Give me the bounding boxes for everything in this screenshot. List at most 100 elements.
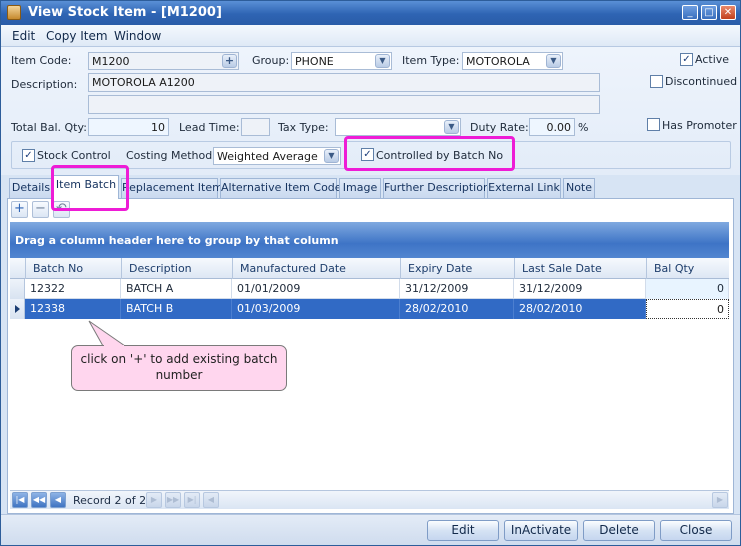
title-bar: View Stock Item - [M1200] _ □ ✕ (1, 1, 740, 25)
first-record-icon[interactable]: |◀ (12, 492, 28, 508)
item-code-field[interactable]: M1200 + (88, 52, 239, 70)
next-record-icon[interactable]: ▶ (146, 492, 162, 508)
cell-bal-qty[interactable]: 0 (646, 299, 729, 319)
prev-record-icon[interactable]: ◀ (50, 492, 66, 508)
close-button[interactable]: Close (660, 520, 732, 541)
costing-method-label: Costing Method: (126, 149, 216, 162)
current-row-arrow-icon (15, 305, 20, 313)
group-chevron-down-icon[interactable]: ▼ (375, 54, 390, 68)
duty-rate-label: Duty Rate: (470, 121, 529, 134)
tab-external-link[interactable]: External Link (487, 178, 561, 198)
lead-time-field[interactable] (241, 118, 270, 136)
has-promoter-label: Has Promoter (662, 119, 737, 132)
discontinued-checkbox[interactable] (650, 75, 663, 88)
tax-type-label: Tax Type: (278, 121, 329, 134)
minimize-button[interactable]: _ (682, 5, 698, 20)
discontinued-label: Discontinued (665, 75, 738, 88)
description-label: Description: (11, 78, 78, 91)
action-bar: Edit InActivate Delete Close (1, 514, 740, 545)
has-promoter-checkbox[interactable] (647, 118, 660, 131)
close-window-button[interactable]: ✕ (720, 5, 736, 20)
inactivate-button[interactable]: InActivate (504, 520, 578, 541)
row-indicator[interactable] (10, 279, 25, 299)
table-row[interactable]: 12322 BATCH A 01/01/2009 31/12/2009 31/1… (10, 279, 729, 299)
group-by-bar[interactable]: Drag a column header here to group by th… (10, 222, 729, 258)
delete-button[interactable]: Delete (583, 520, 655, 541)
column-header-description[interactable]: Description (121, 258, 232, 279)
minus-icon[interactable]: − (32, 201, 49, 218)
tab-further-description[interactable]: Further Description (383, 178, 490, 198)
description-field-2[interactable] (88, 95, 600, 114)
scroll-right-icon[interactable]: ▶ (712, 492, 728, 508)
cell-description[interactable]: BATCH B (121, 299, 232, 319)
tab-highlight-box (51, 165, 129, 211)
item-type-value: MOTOROLA (466, 55, 530, 68)
row-indicator-header (10, 258, 25, 279)
duty-rate-unit: % (578, 121, 589, 134)
grid-header: Batch No Description Manufactured Date E… (10, 258, 729, 279)
cell-batch-no[interactable]: 12322 (25, 279, 121, 299)
maximize-button[interactable]: □ (701, 5, 717, 20)
cell-expiry-date[interactable]: 31/12/2009 (400, 279, 514, 299)
costing-method-select[interactable]: Weighted Average ▼ (213, 147, 341, 165)
costing-method-value: Weighted Average (217, 150, 318, 163)
item-code-label: Item Code: (11, 54, 72, 67)
callout-tooltip: click on '+' to add existing batch numbe… (71, 345, 287, 391)
cell-description[interactable]: BATCH A (121, 279, 232, 299)
cell-last-sale-date[interactable]: 31/12/2009 (514, 279, 646, 299)
stock-item-window: View Stock Item - [M1200] _ □ ✕ Edit Cop… (0, 0, 741, 546)
menu-window[interactable]: Window (114, 29, 161, 43)
batch-highlight-box (344, 136, 515, 171)
tab-image[interactable]: Image (339, 178, 381, 198)
stock-control-checkbox[interactable]: ✓ (22, 149, 35, 162)
menu-copy-item[interactable]: Copy Item (46, 29, 108, 43)
tab-note[interactable]: Note (563, 178, 595, 198)
tab-replacement-item[interactable]: Replacement Item (121, 178, 223, 198)
tax-type-select[interactable]: ▼ (335, 118, 461, 136)
app-icon (7, 5, 21, 20)
table-row[interactable]: 12338 BATCH B 01/03/2009 28/02/2010 28/0… (10, 299, 729, 319)
column-header-last-sale-date[interactable]: Last Sale Date (514, 258, 646, 279)
next-page-icon[interactable]: ▶▶ (165, 492, 181, 508)
duty-rate-field[interactable]: 0.00 (529, 118, 575, 136)
cell-manufactured-date[interactable]: 01/03/2009 (232, 299, 400, 319)
cell-expiry-date[interactable]: 28/02/2010 (400, 299, 514, 319)
item-type-chevron-down-icon[interactable]: ▼ (546, 54, 561, 68)
window-title: View Stock Item - [M1200] (28, 5, 222, 20)
record-count: Record 2 of 2 (73, 494, 147, 507)
total-bal-qty-field[interactable]: 10 (88, 118, 169, 136)
item-code-plus-icon[interactable]: + (222, 54, 237, 68)
active-checkbox[interactable]: ✓ (680, 53, 693, 66)
cell-bal-qty[interactable]: 0 (646, 279, 729, 299)
edit-button[interactable]: Edit (427, 520, 499, 541)
item-code-value: M1200 (92, 55, 130, 68)
lead-time-label: Lead Time: (179, 121, 240, 134)
cell-batch-no[interactable]: 12338 (25, 299, 121, 319)
menu-edit[interactable]: Edit (12, 29, 35, 43)
tab-alternative-item-code[interactable]: Alternative Item Code (220, 178, 342, 198)
costing-method-chevron-down-icon[interactable]: ▼ (324, 149, 339, 163)
group-select[interactable]: PHONE ▼ (291, 52, 392, 70)
cell-manufactured-date[interactable]: 01/01/2009 (232, 279, 400, 299)
group-value: PHONE (295, 55, 334, 68)
cell-last-sale-date[interactable]: 28/02/2010 (514, 299, 646, 319)
stock-control-label: Stock Control (37, 149, 111, 162)
prev-page-icon[interactable]: ◀◀ (31, 492, 47, 508)
column-header-expiry-date[interactable]: Expiry Date (400, 258, 514, 279)
item-type-label: Item Type: (402, 54, 460, 67)
tab-details[interactable]: Details (9, 178, 53, 198)
scroll-left-icon[interactable]: ◀ (203, 492, 219, 508)
description-field[interactable]: MOTOROLA A1200 (88, 73, 600, 92)
column-header-bal-qty[interactable]: Bal Qty (646, 258, 729, 279)
tax-type-chevron-down-icon[interactable]: ▼ (444, 120, 459, 134)
plus-icon[interactable]: + (11, 201, 28, 218)
last-record-icon[interactable]: ▶| (184, 492, 200, 508)
record-navigator: |◀ ◀◀ ◀ Record 2 of 2 ▶ ▶▶ ▶| ◀ ▶ (10, 490, 729, 509)
row-indicator-current[interactable] (10, 299, 25, 319)
column-header-manufactured-date[interactable]: Manufactured Date (232, 258, 400, 279)
total-bal-qty-label: Total Bal. Qty: (11, 121, 87, 134)
active-label: Active (695, 53, 730, 66)
group-label: Group: (252, 54, 290, 67)
column-header-batch-no[interactable]: Batch No (25, 258, 121, 279)
item-type-select[interactable]: MOTOROLA ▼ (462, 52, 563, 70)
